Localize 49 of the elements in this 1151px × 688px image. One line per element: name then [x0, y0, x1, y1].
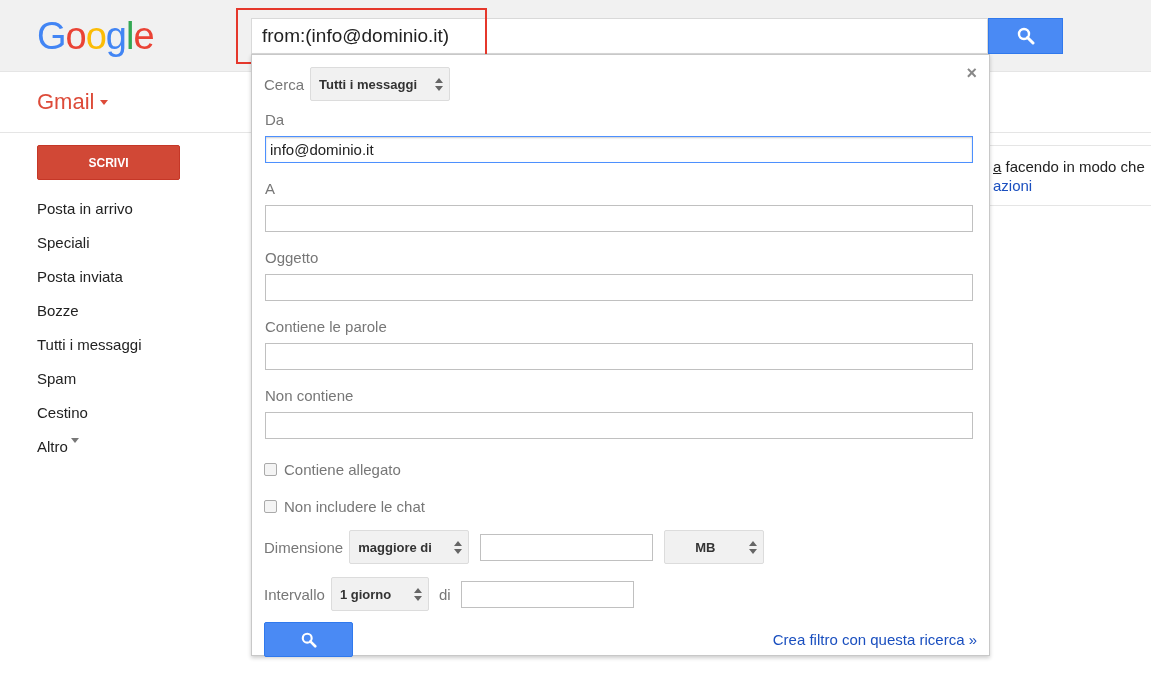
caret-icon [100, 99, 109, 105]
up-down-arrows-icon [454, 540, 463, 554]
interval-select[interactable]: 1 giorno [330, 577, 429, 611]
nav-item[interactable]: Cestino [37, 402, 88, 436]
notice-text: a facendo in modo che [993, 158, 1146, 175]
more-menu[interactable]: Altro [37, 436, 79, 470]
field-label: Intervallo [264, 585, 325, 603]
field-label: Non contiene [265, 387, 355, 404]
nav-item[interactable]: Bozze [37, 300, 79, 334]
field-label: Dimensione [264, 538, 344, 556]
input-field[interactable] [265, 274, 973, 301]
checkbox-label: Contiene allegato [284, 461, 401, 478]
up-down-arrows-icon [413, 587, 422, 601]
nav-item[interactable]: Speciali [37, 232, 90, 266]
field-label: Cerca [264, 75, 304, 93]
search-button[interactable] [264, 622, 353, 657]
size-unit-select[interactable]: MB [664, 530, 765, 564]
search-field[interactable]: from:(info@dominio.it) [251, 18, 988, 54]
input-field[interactable]: info@dominio.it [265, 136, 973, 163]
close-button[interactable]: × [966, 63, 977, 84]
field-label: A [265, 180, 276, 197]
nav-item[interactable]: Tutti i messaggi [37, 334, 142, 368]
input-field[interactable] [265, 343, 973, 370]
notice-link[interactable]: azioni [993, 177, 1033, 194]
input-field[interactable] [265, 205, 973, 232]
field-label: Contiene le parole [265, 318, 388, 335]
compose-button[interactable]: SCRIVI [37, 145, 180, 180]
checkbox[interactable] [264, 500, 277, 513]
size-operator-select[interactable]: maggiore di [349, 530, 470, 564]
checkbox[interactable] [264, 463, 277, 476]
search-icon [1016, 27, 1035, 45]
checkbox-label: Non includere le chat [284, 498, 425, 515]
nav-item[interactable]: Posta inviata [37, 266, 123, 300]
search-icon [300, 631, 317, 648]
field-label: Da [265, 111, 286, 128]
up-down-arrows-icon [749, 540, 758, 554]
search-button[interactable] [988, 18, 1063, 54]
create-filter-link[interactable]: Crea filtro con questa ricerca » [772, 631, 977, 648]
caret-icon [70, 438, 79, 443]
field-label: di [438, 585, 451, 603]
gmail-menu-button[interactable]: Gmail [37, 89, 109, 115]
input-field[interactable] [265, 412, 973, 439]
input-field[interactable] [460, 580, 634, 608]
input-field[interactable] [480, 533, 654, 561]
field-label: Oggetto [265, 249, 320, 266]
scope-select[interactable]: Tutti i messaggi [310, 67, 450, 101]
nav-item[interactable]: Spam [37, 368, 77, 402]
nav-item[interactable]: Posta in arrivo [37, 198, 133, 232]
up-down-arrows-icon [435, 77, 443, 91]
